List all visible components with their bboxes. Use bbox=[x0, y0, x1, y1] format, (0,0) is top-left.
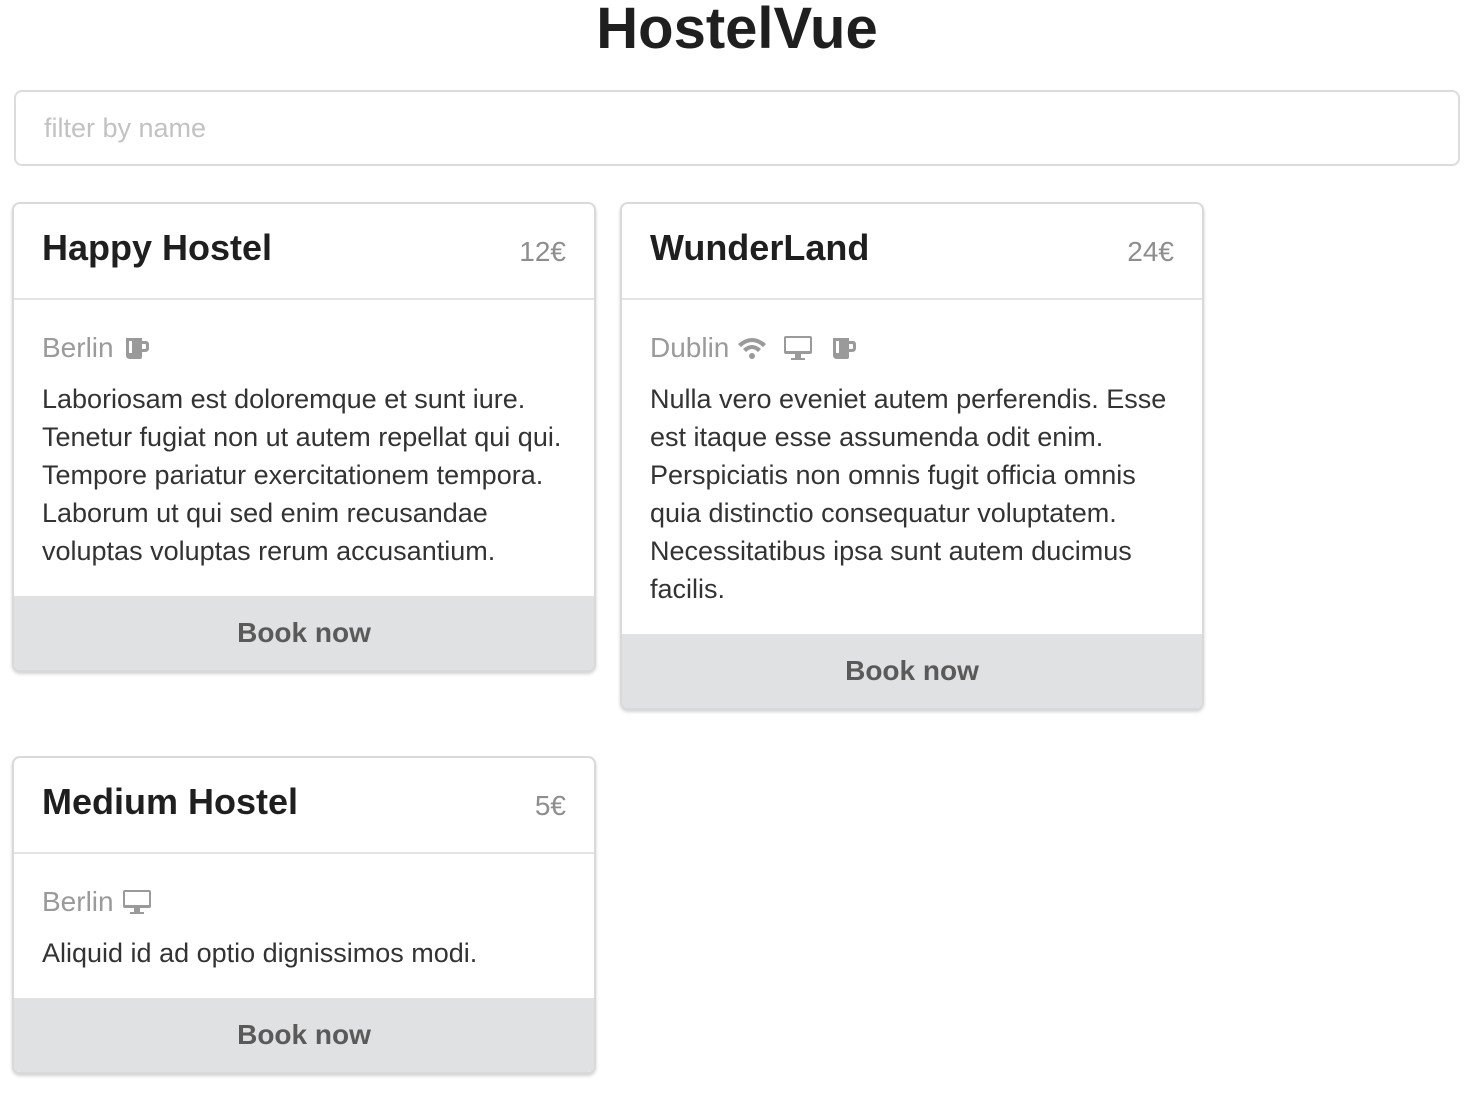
card-body: Berlin Aliquid id ad optio dignissimos m… bbox=[14, 854, 594, 998]
card-header: Happy Hostel 12€ bbox=[14, 204, 594, 300]
card-meta: Berlin bbox=[42, 884, 566, 920]
hostel-card: Medium Hostel 5€ Berlin Aliquid id ad op… bbox=[12, 756, 596, 1074]
card-body: Dublin Nulla vero eveniet autem perferen… bbox=[622, 300, 1202, 634]
hostel-price: 12€ bbox=[519, 236, 566, 267]
desktop-icon bbox=[783, 333, 813, 363]
search-input[interactable] bbox=[14, 90, 1460, 166]
wifi-icon bbox=[737, 333, 767, 363]
card-header: Medium Hostel 5€ bbox=[14, 758, 594, 854]
hostel-city: Dublin bbox=[650, 332, 730, 363]
coffee-icon bbox=[829, 333, 859, 363]
coffee-icon bbox=[122, 333, 152, 363]
card-header: WunderLand 24€ bbox=[622, 204, 1202, 300]
hostel-name: Medium Hostel bbox=[42, 781, 299, 822]
card-body: Berlin Laboriosam est doloremque et sunt… bbox=[14, 300, 594, 596]
hostel-description: Laboriosam est doloremque et sunt iure. … bbox=[42, 384, 562, 566]
card-meta: Berlin bbox=[42, 330, 566, 366]
card-meta: Dublin bbox=[650, 330, 1174, 366]
page-title: HostelVue bbox=[596, 0, 878, 61]
desktop-icon bbox=[122, 887, 152, 917]
hostel-description: Aliquid id ad optio dignissimos modi. bbox=[42, 938, 478, 968]
hostel-price: 5€ bbox=[534, 790, 566, 821]
hostel-name: WunderLand bbox=[650, 227, 870, 268]
hostel-name: Happy Hostel bbox=[42, 227, 273, 268]
hostel-city: Berlin bbox=[42, 332, 114, 363]
hostel-city: Berlin bbox=[42, 886, 114, 917]
hostel-description: Nulla vero eveniet autem perferendis. Es… bbox=[650, 384, 1167, 604]
book-now-button[interactable]: Book now bbox=[14, 596, 594, 670]
hostel-card: WunderLand 24€ Dublin Nulla vero eveniet… bbox=[620, 202, 1204, 710]
book-now-button[interactable]: Book now bbox=[14, 998, 594, 1072]
book-now-button[interactable]: Book now bbox=[622, 634, 1202, 708]
hostel-card: Happy Hostel 12€ Berlin Laboriosam est d… bbox=[12, 202, 596, 672]
hostel-price: 24€ bbox=[1127, 236, 1174, 267]
